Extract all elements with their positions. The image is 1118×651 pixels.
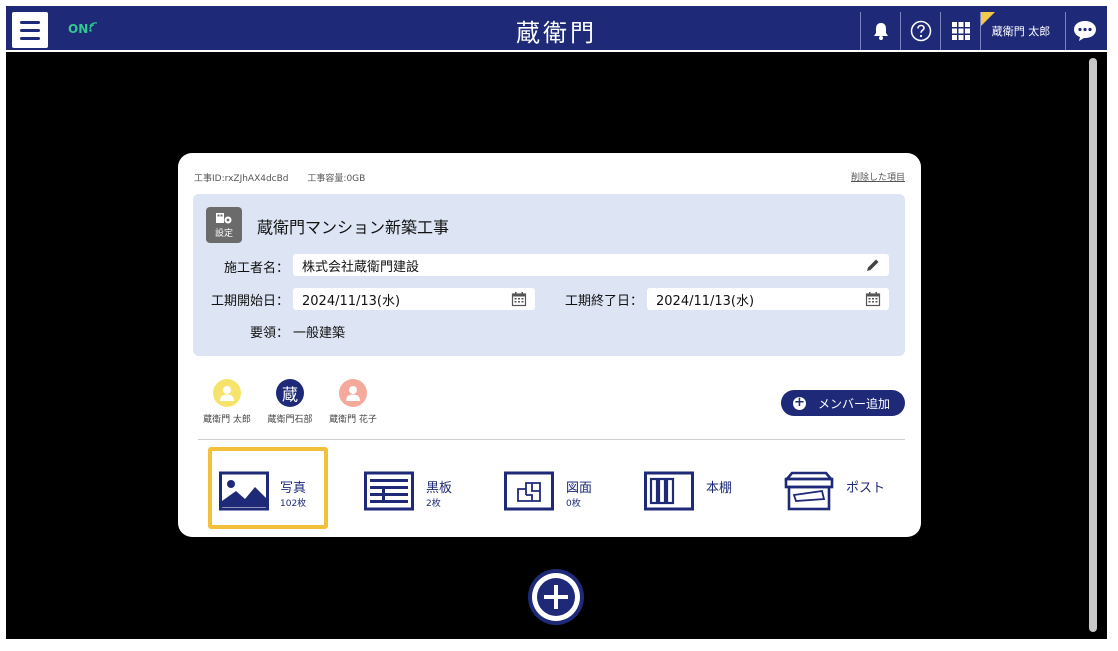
plus-icon [537, 578, 575, 616]
project-card: 工事ID:rxZJhAX4dcBd 工事容量:0GB 削除した項目 設定 蔵衛門… [178, 153, 921, 537]
drawing-icon [504, 471, 554, 511]
calendar-icon[interactable] [865, 291, 881, 307]
project-id: 工事ID:rxZJhAX4dcBd [194, 174, 289, 184]
category-name: ポスト [846, 481, 886, 496]
settings-icon [216, 212, 232, 223]
start-date-field[interactable]: 2024/11/13(水) [293, 288, 535, 310]
blackboard-icon [364, 471, 414, 511]
member-item[interactable]: 蔵 蔵衛門石部 [260, 379, 320, 425]
settings-button[interactable]: 設定 [206, 207, 242, 243]
calendar-icon[interactable] [511, 291, 527, 307]
online-status: ON [68, 22, 99, 36]
category-name: 図面 [566, 481, 593, 496]
post-icon [784, 471, 834, 511]
start-date-label: 工期開始日： [210, 294, 289, 309]
user-menu-button[interactable]: 蔵衛門 太郎 [980, 12, 1061, 50]
bell-icon [873, 23, 888, 40]
help-icon [910, 20, 931, 42]
category-count: 2枚 [426, 499, 441, 509]
builder-field[interactable]: 株式会社蔵衛門建設 [293, 254, 889, 276]
category-name: 本棚 [706, 481, 733, 496]
avatar [339, 379, 367, 407]
chat-button[interactable] [1065, 12, 1104, 50]
end-date-field[interactable]: 2024/11/13(水) [647, 288, 889, 310]
project-info-panel: 設定 蔵衛門マンション新築工事 施工者名： 株式会社蔵衛門建設 工期開始日： 2… [193, 194, 905, 356]
category-post[interactable]: ポスト [774, 447, 894, 529]
category-count: 0枚 [566, 499, 581, 509]
plus-icon: + [793, 394, 806, 410]
add-member-button[interactable]: + メンバー追加 [781, 390, 905, 416]
pencil-icon[interactable] [865, 257, 881, 273]
person-icon [220, 386, 234, 401]
user-name: 蔵衛門 太郎 [991, 25, 1051, 38]
summary-label: 要領： [249, 326, 289, 341]
app-frame: ON 蔵衛門 蔵衛門 太郎 工事ID:rxZJhAX4dcBd 工事容量:0GB… [6, 6, 1107, 639]
member-item[interactable]: 蔵衛門 花子 [323, 379, 383, 425]
builder-value: 株式会社蔵衛門建設 [302, 259, 420, 275]
end-date-value: 2024/11/13(水) [656, 293, 755, 309]
project-meta: 工事ID:rxZJhAX4dcBd 工事容量:0GB [194, 171, 381, 184]
help-button[interactable] [900, 12, 940, 50]
builder-label: 施工者名： [223, 261, 289, 276]
member-name: 蔵衛門石部 [267, 415, 313, 425]
category-drawing[interactable]: 図面 0枚 [494, 447, 614, 529]
category-name: 写真 [280, 481, 307, 496]
bookshelf-icon [644, 471, 694, 511]
end-date-label: 工期終了日： [564, 294, 643, 309]
member-name: 蔵衛門 太郎 [203, 415, 251, 425]
category-count: 102枚 [280, 499, 307, 509]
menu-icon-bar [20, 20, 40, 24]
member-name: 蔵衛門 花子 [329, 415, 377, 425]
project-capacity: 工事容量:0GB [307, 174, 366, 184]
start-date-value: 2024/11/13(水) [302, 293, 401, 309]
member-item[interactable]: 蔵衛門 太郎 [197, 379, 257, 425]
deleted-items-link[interactable]: 削除した項目 [851, 170, 905, 183]
top-bar: ON 蔵衛門 蔵衛門 太郎 [6, 6, 1107, 52]
online-status-text: ON [68, 22, 89, 36]
category-bookshelf[interactable]: 本棚 [634, 447, 754, 529]
add-fab-button[interactable] [528, 569, 584, 625]
scrollbar[interactable] [1089, 58, 1097, 632]
divider [198, 439, 905, 440]
category-name: 黒板 [426, 481, 453, 496]
grid-icon [951, 22, 970, 40]
avatar: 蔵 [276, 379, 304, 407]
user-flag-marker [981, 12, 995, 26]
settings-label: 設定 [214, 228, 233, 239]
add-member-label: メンバー追加 [818, 396, 891, 411]
hamburger-menu-button[interactable] [12, 12, 48, 48]
photo-icon [219, 471, 269, 511]
summary-value: 一般建築 [293, 326, 346, 341]
category-blackboard[interactable]: 黒板 2枚 [354, 447, 474, 529]
menu-icon-bar [20, 36, 40, 40]
category-photo[interactable]: 写真 102枚 [208, 447, 328, 529]
chat-bubble-icon [1074, 21, 1096, 41]
project-title: 蔵衛門マンション新築工事 [257, 218, 450, 237]
person-icon [346, 386, 360, 401]
fab-inner [532, 573, 580, 621]
apps-grid-button[interactable] [940, 12, 980, 50]
menu-icon-bar [20, 28, 40, 32]
avatar [213, 379, 241, 407]
notification-button[interactable] [860, 12, 900, 50]
wifi-icon [89, 22, 98, 32]
